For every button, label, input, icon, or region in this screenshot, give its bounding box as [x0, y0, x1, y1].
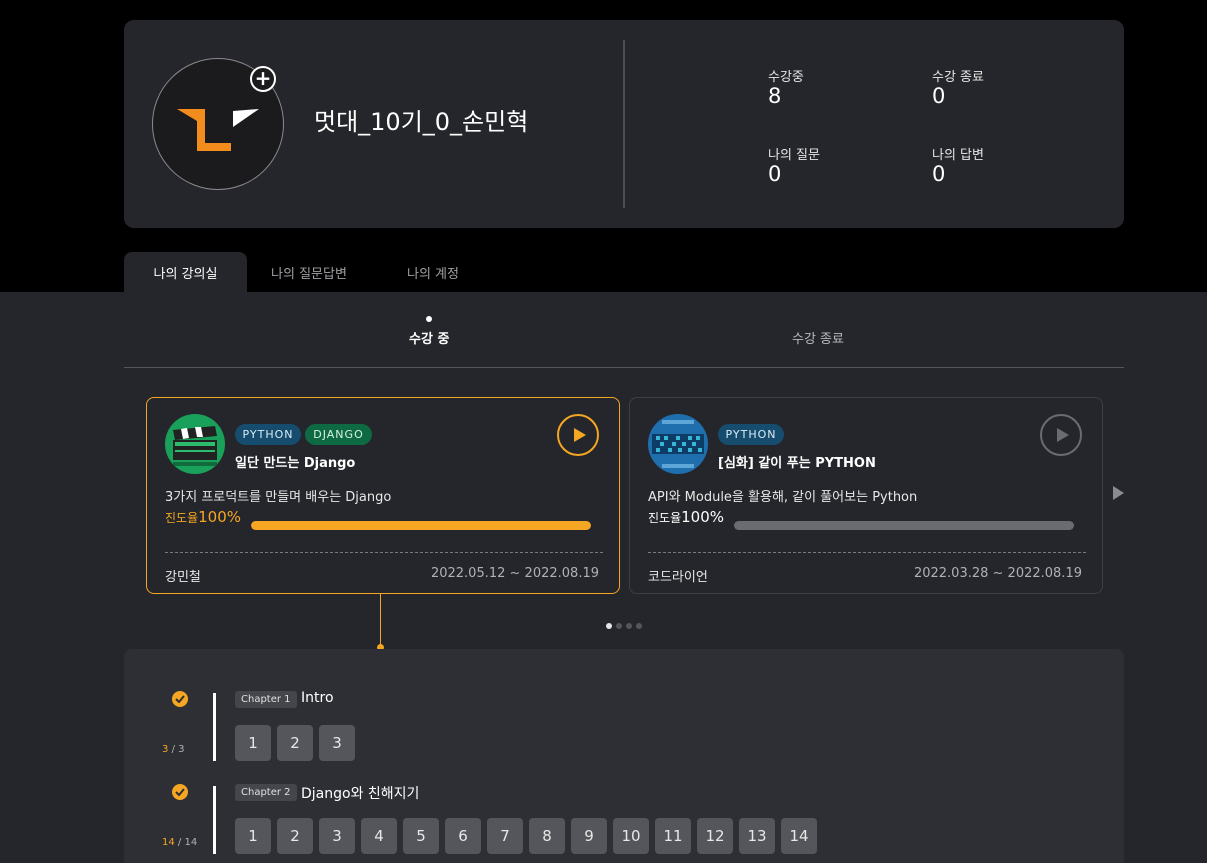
chapter-line: [213, 786, 216, 854]
page-dot[interactable]: [636, 623, 642, 629]
progress-label: 진도율100%: [165, 508, 241, 526]
progress-bar: [734, 521, 1074, 530]
stat-label: 수강 종료: [932, 70, 984, 85]
stat-value: 0: [932, 162, 946, 186]
tag-django: DJANGO: [305, 424, 372, 445]
progress-percent: 100%: [198, 508, 242, 526]
lesson-button[interactable]: 3: [319, 725, 355, 761]
course-teacher: 강민철: [165, 570, 201, 585]
lesson-button[interactable]: 6: [445, 818, 481, 854]
lesson-button[interactable]: 10: [613, 818, 649, 854]
course-teacher: 코드라이언: [648, 570, 708, 585]
subtab-finished[interactable]: 수강 종료: [792, 328, 844, 347]
lesson-button[interactable]: 4: [361, 818, 397, 854]
course-title: 일단 만드는 Django: [235, 456, 356, 471]
course-title: [심화] 같이 푸는 PYTHON: [718, 456, 876, 471]
play-icon: [1057, 428, 1069, 442]
course-thumbnail: [165, 414, 225, 474]
stat-value: 8: [768, 84, 782, 108]
stat-completed: 수강 종료 0: [932, 66, 984, 107]
chapter-title: Django와 친해지기: [301, 786, 420, 802]
lesson-list: 1 2 3 4 5 6 7 8 9 10 11 12 13 14: [235, 818, 817, 854]
progress-fill: [734, 521, 1074, 530]
play-button[interactable]: [1040, 414, 1082, 456]
carousel-next-icon[interactable]: [1113, 486, 1124, 500]
progress-label: 진도율100%: [648, 508, 724, 526]
profile-card: + 멋대_10기_0_손민혁 수강중 8 수강 종료 0 나의 질문 0 나의 …: [124, 20, 1124, 228]
lesson-button[interactable]: 2: [277, 725, 313, 761]
page-dot[interactable]: [616, 623, 622, 629]
play-button[interactable]: [557, 414, 599, 456]
lesson-button[interactable]: 1: [235, 818, 271, 854]
progress-bar: [251, 521, 591, 530]
course-period: 2022.05.12 ~ 2022.08.19: [430, 566, 599, 581]
card-divider: [648, 552, 1086, 553]
check-icon: [172, 784, 188, 800]
page-dot[interactable]: [626, 623, 632, 629]
username: 멋대_10기_0_손민혁: [314, 108, 529, 136]
lesson-button[interactable]: 11: [655, 818, 691, 854]
course-description: API와 Module을 활용해, 같이 풀어보는 Python: [648, 490, 918, 505]
tab-my-account[interactable]: 나의 계정: [371, 252, 495, 292]
progress-label-text: 진도율: [648, 511, 682, 525]
chapter-progress: 14 / 14: [162, 837, 197, 848]
main-tabs: 나의 강의실 나의 질문답변 나의 계정: [124, 252, 495, 292]
stat-enrolled: 수강중 8: [768, 66, 804, 107]
chapter-badge: Chapter 1: [235, 691, 297, 708]
tag-python: PYTHON: [235, 424, 301, 445]
lesson-list: 1 2 3: [235, 725, 355, 761]
chapter-done-count: 3: [162, 744, 169, 755]
chapter-panel: 3 / 3 Chapter 1 Intro 1 2 3 14 / 14 Chap…: [124, 649, 1124, 863]
chapter-progress: 3 / 3: [162, 744, 184, 755]
lesson-button[interactable]: 5: [403, 818, 439, 854]
stat-value: 0: [932, 84, 946, 108]
subtab-in-progress[interactable]: 수강 중: [409, 328, 449, 347]
chapter-line: [213, 693, 216, 761]
progress-percent: 100%: [681, 508, 725, 526]
progress-fill: [251, 521, 591, 530]
lesson-button[interactable]: 13: [739, 818, 775, 854]
stat-value: 0: [768, 162, 782, 186]
course-status-tabs: 수강 중 수강 종료: [124, 310, 1124, 368]
stat-answers: 나의 답변 0: [932, 144, 984, 185]
page-dot[interactable]: [606, 623, 612, 629]
lesson-button[interactable]: 1: [235, 725, 271, 761]
lesson-button[interactable]: 3: [319, 818, 355, 854]
selected-course-connector: [380, 594, 381, 646]
play-icon: [574, 428, 586, 442]
lesson-button[interactable]: 14: [781, 818, 817, 854]
chapter-done-count: 14: [162, 837, 175, 848]
lesson-button[interactable]: 2: [277, 818, 313, 854]
tag-python: PYTHON: [718, 424, 784, 445]
course-thumbnail: [648, 414, 708, 474]
stat-label: 수강중: [768, 70, 804, 85]
python-pattern-icon: [648, 414, 708, 474]
course-card[interactable]: PYTHON DJANGO 일단 만드는 Django 3가지 프로덕트를 만들…: [146, 397, 620, 594]
check-icon: [172, 691, 188, 707]
progress-label-text: 진도율: [165, 511, 199, 525]
stat-label: 나의 질문: [768, 148, 820, 163]
tab-my-classroom[interactable]: 나의 강의실: [124, 252, 247, 292]
active-subtab-indicator: [426, 316, 432, 322]
chapter-total-count: / 14: [177, 837, 198, 848]
clapperboard-icon: [165, 414, 225, 474]
add-photo-icon[interactable]: +: [250, 66, 276, 92]
stat-label: 나의 답변: [932, 148, 984, 163]
lesson-button[interactable]: 7: [487, 818, 523, 854]
course-description: 3가지 프로덕트를 만들며 배우는 Django: [165, 490, 392, 505]
carousel-pagination: [606, 623, 642, 629]
lesson-button[interactable]: 8: [529, 818, 565, 854]
lesson-button[interactable]: 12: [697, 818, 733, 854]
profile-divider: [623, 40, 625, 208]
tab-my-qna[interactable]: 나의 질문답변: [247, 252, 371, 292]
stat-questions: 나의 질문 0: [768, 144, 820, 185]
course-period: 2022.03.28 ~ 2022.08.19: [913, 566, 1082, 581]
chapter-total-count: / 3: [171, 744, 185, 755]
chapter-title: Intro: [301, 690, 334, 706]
lesson-button[interactable]: 9: [571, 818, 607, 854]
card-divider: [165, 552, 603, 553]
course-card[interactable]: PYTHON [심화] 같이 푸는 PYTHON API와 Module을 활용…: [629, 397, 1103, 594]
chapter-badge: Chapter 2: [235, 784, 297, 801]
